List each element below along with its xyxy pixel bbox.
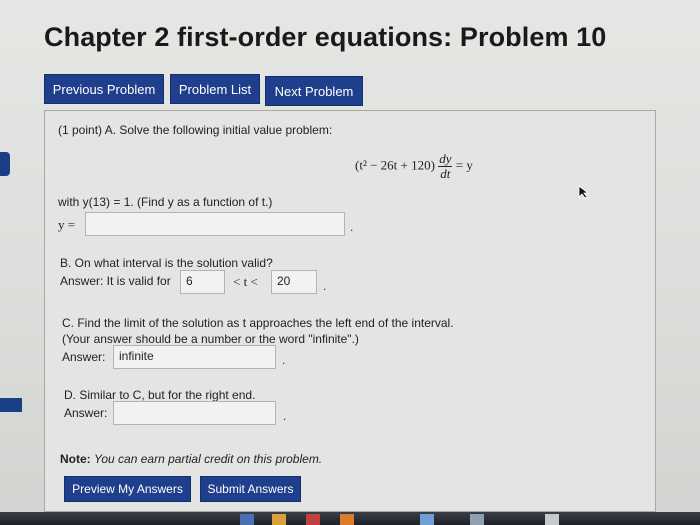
note-label: Note: (60, 452, 91, 466)
right-limit-input[interactable] (113, 401, 276, 425)
initial-condition: with y(13) = 1. (Find y as a function of… (58, 195, 273, 209)
dock-app-icon[interactable] (272, 514, 286, 525)
part-b-question: B. On what interval is the solution vali… (60, 256, 273, 270)
equation-left: (t² − 26t + 120) (355, 157, 435, 173)
period-mark: . (350, 220, 354, 234)
dock-app-icon[interactable] (420, 514, 434, 525)
part-c-note: (Your answer should be a number or the w… (62, 332, 359, 346)
part-d-question: D. Similar to C, but for the right end. (64, 388, 256, 402)
part-d-answer-label: Answer: (64, 406, 108, 420)
left-limit-input[interactable]: infinite (113, 345, 276, 369)
dock-app-icon[interactable] (470, 514, 484, 525)
differential-equation: (t² − 26t + 120) dy dt = y (355, 152, 473, 181)
mouse-cursor-icon (578, 185, 590, 204)
y-label: y = (58, 217, 76, 232)
interval-upper-input[interactable]: 20 (271, 270, 317, 294)
equation-right: = y (455, 157, 473, 173)
page-title: Chapter 2 first-order equations: Problem… (44, 22, 607, 52)
part-c-question: C. Find the limit of the solution as t a… (62, 316, 454, 330)
problem-intro: (1 point) A. Solve the following initial… (58, 123, 333, 137)
period-mark: . (282, 353, 286, 367)
dock-app-icon[interactable] (340, 514, 354, 525)
next-problem-button[interactable]: Next Problem (265, 76, 363, 106)
previous-problem-button[interactable]: Previous Problem (44, 74, 164, 104)
y-answer-input[interactable] (85, 212, 345, 236)
derivative-numerator: dy (438, 151, 453, 167)
period-mark: . (283, 409, 287, 423)
dock-app-icon[interactable] (306, 514, 320, 525)
part-b-answer-label: Answer: It is valid for (60, 274, 171, 288)
period-mark: . (323, 279, 327, 293)
side-tab-marker-lower (0, 398, 22, 412)
derivative-fraction: dy dt (438, 151, 453, 181)
note-text: You can earn partial credit on this prob… (94, 452, 323, 466)
side-tab-marker (0, 152, 10, 176)
dock-app-icon[interactable] (240, 514, 254, 525)
dock-app-icon[interactable] (545, 514, 559, 525)
submit-answers-button[interactable]: Submit Answers (200, 476, 301, 502)
problem-list-button[interactable]: Problem List (170, 74, 260, 104)
part-c-answer-label: Answer: (62, 350, 106, 364)
partial-credit-note: Note: You can earn partial credit on thi… (60, 452, 322, 466)
derivative-denominator: dt (440, 166, 451, 181)
interval-inequality: < t < (233, 274, 258, 289)
preview-answers-button[interactable]: Preview My Answers (64, 476, 191, 502)
interval-lower-input[interactable]: 6 (180, 270, 225, 294)
